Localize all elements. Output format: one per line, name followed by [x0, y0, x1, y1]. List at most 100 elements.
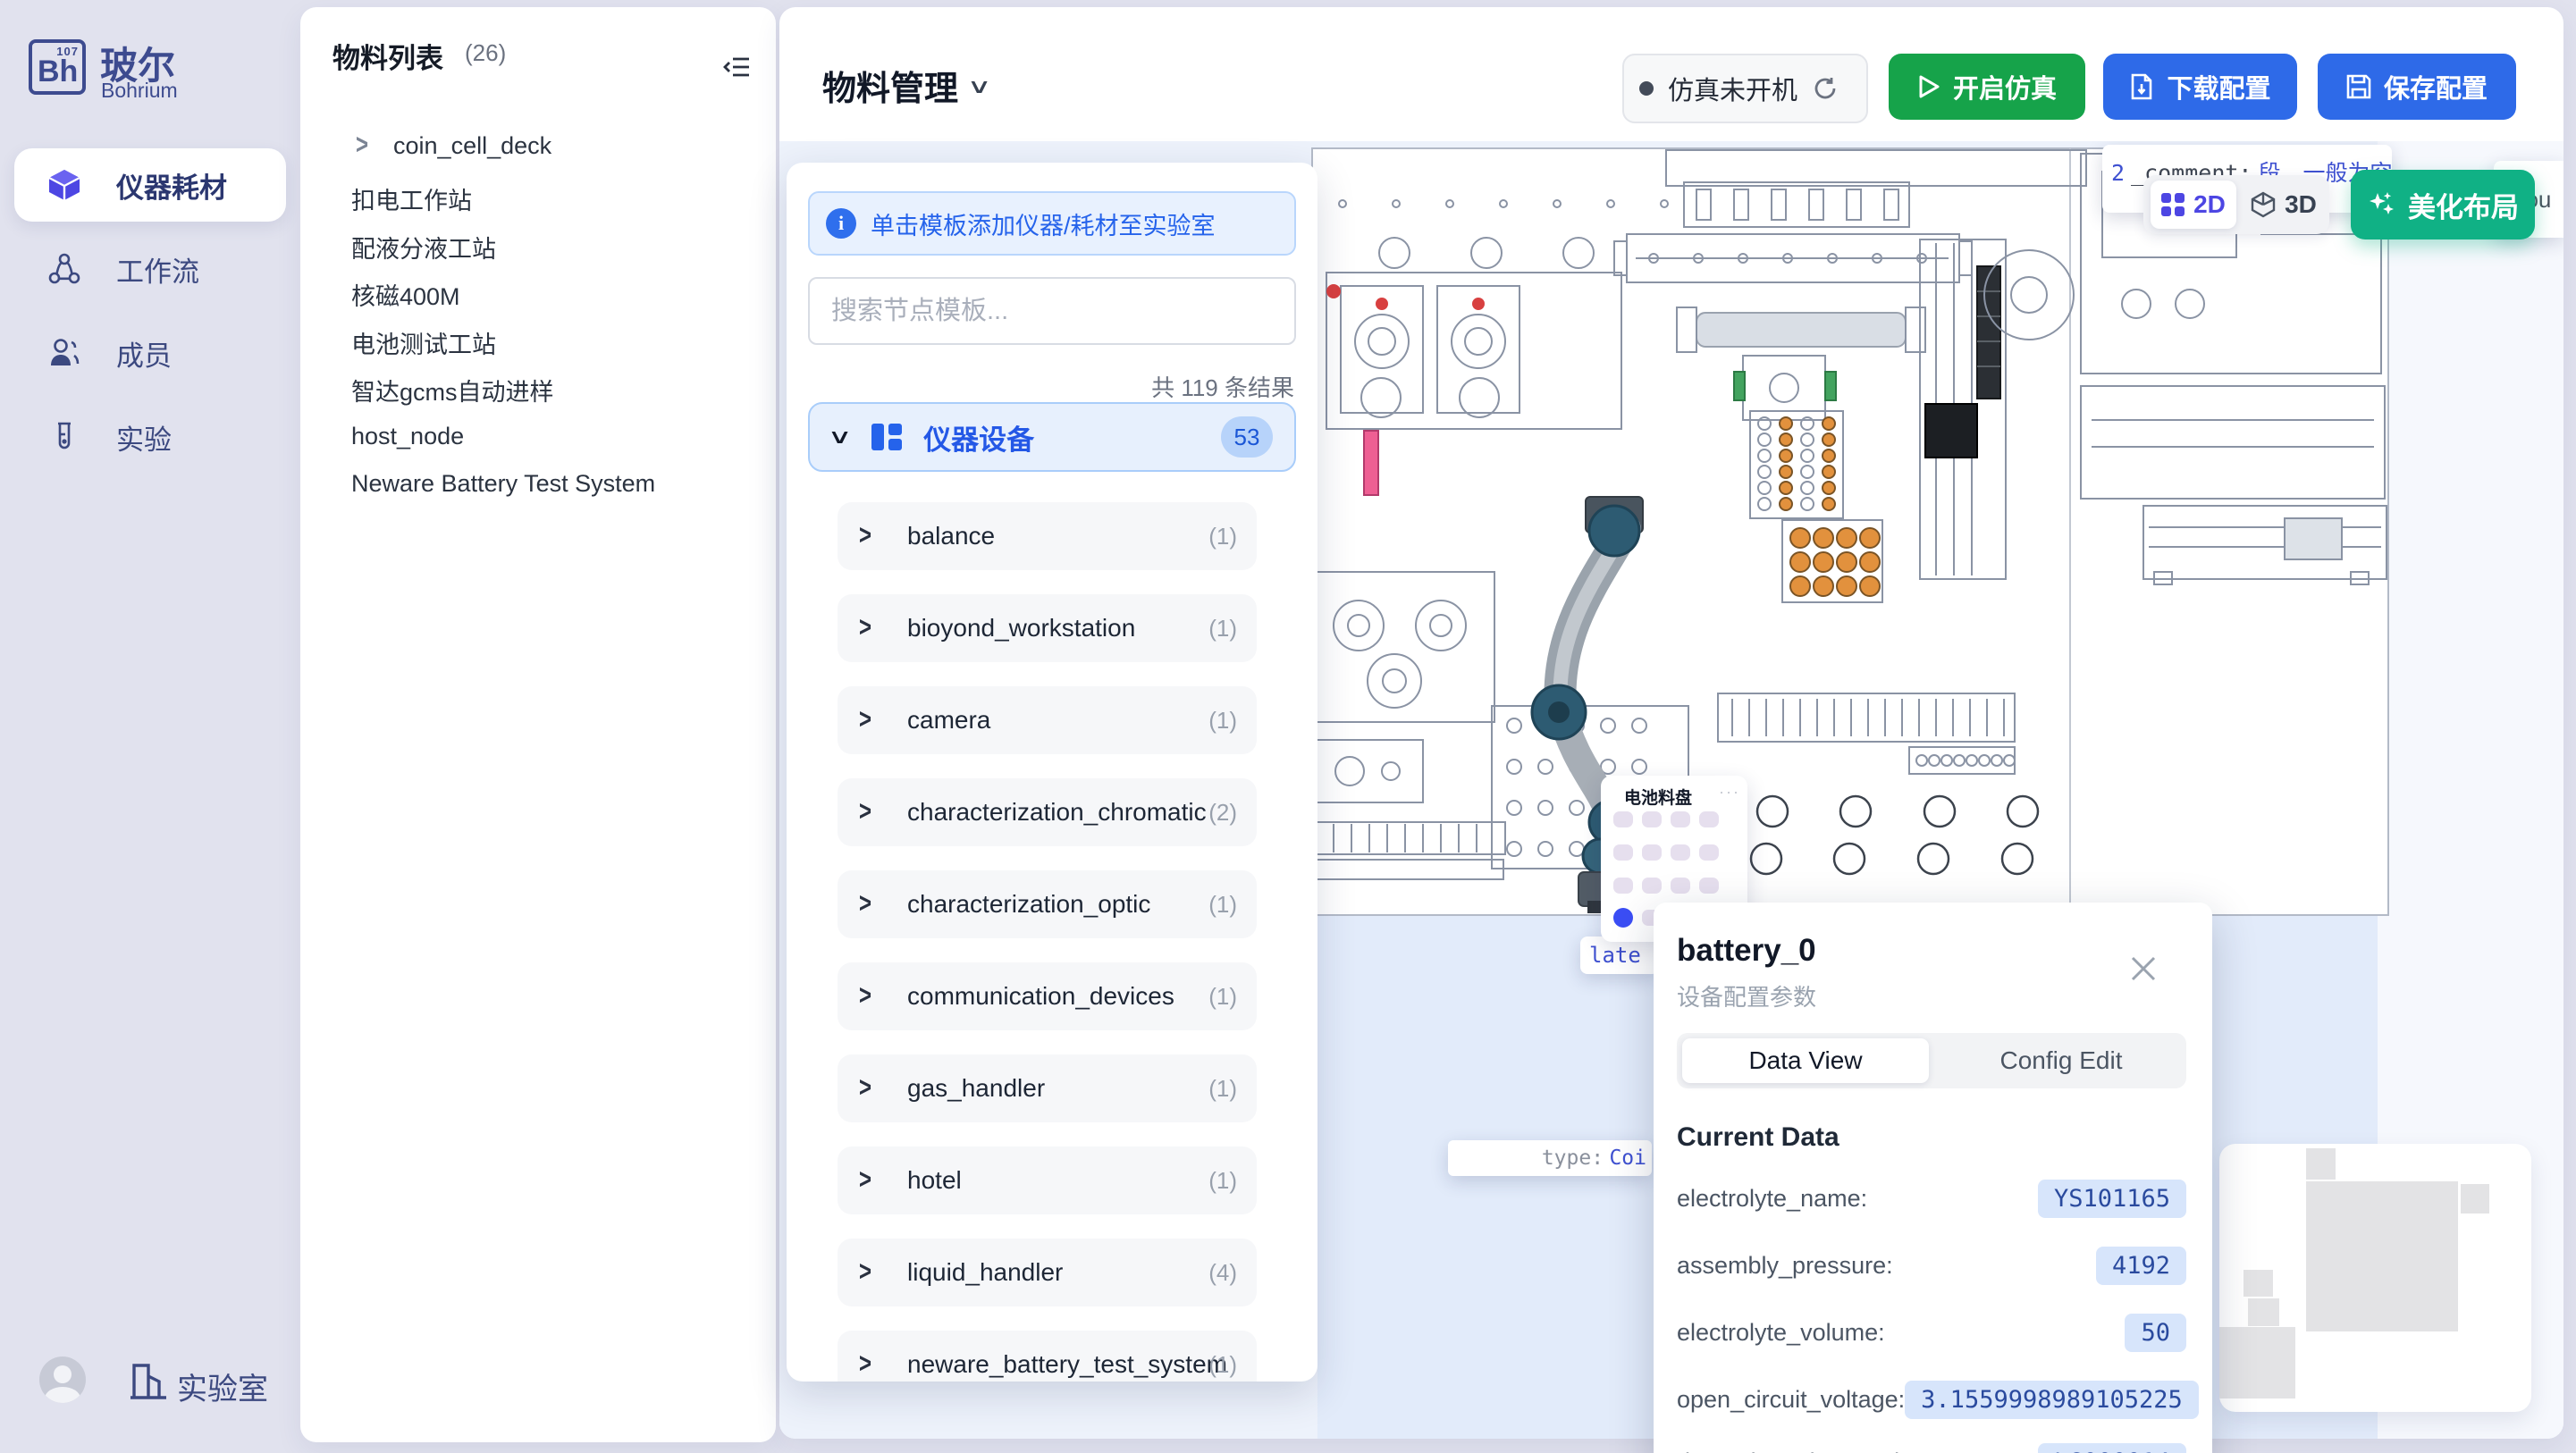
tray-slot[interactable]	[1642, 878, 1662, 894]
tray-slot[interactable]	[1642, 844, 1662, 861]
material-item-label: 配液分液工站	[351, 230, 496, 265]
template-item[interactable]: >gas_handler(1)	[838, 1054, 1257, 1122]
sparkles-icon	[2367, 189, 2397, 220]
material-item-label: 扣电工作站	[351, 181, 472, 216]
logo-mark: 107 Bh	[29, 39, 86, 95]
template-item-count: (4)	[1208, 1259, 1237, 1287]
chevron-right-icon: >	[859, 1348, 871, 1381]
data-row-label: electrolyte_name:	[1677, 1185, 1867, 1213]
minimap-block	[2219, 1327, 2295, 1398]
tray-slot[interactable]	[1671, 844, 1690, 861]
template-item-label: hotel	[907, 1166, 962, 1195]
close-icon[interactable]	[2127, 953, 2159, 985]
avatar-head	[54, 1365, 72, 1383]
data-row: assembly_pressure: 4192	[1677, 1245, 2186, 1286]
popup-tabs: Data View Config Edit	[1677, 1033, 2186, 1088]
template-item[interactable]: >hotel(1)	[838, 1146, 1257, 1214]
chevron-down-icon[interactable]: >	[961, 80, 997, 94]
template-item[interactable]: >liquid_handler(4)	[838, 1239, 1257, 1306]
chevron-right-icon: >	[859, 1256, 871, 1289]
tray-slot[interactable]	[1699, 878, 1719, 894]
material-item[interactable]: 配液分液工站	[318, 225, 758, 268]
tray-slot[interactable]	[1613, 844, 1633, 861]
avatar[interactable]	[39, 1356, 86, 1403]
sidebar-item-label: 仪器耗材	[116, 165, 227, 206]
beautify-layout-button[interactable]: 美化布局	[2351, 170, 2535, 239]
minimap-block	[2306, 1181, 2458, 1331]
type-tooltip: type: Coi	[1448, 1140, 1652, 1176]
collapse-panel-icon[interactable]	[722, 52, 753, 82]
material-item[interactable]: 智达gcms自动进样	[318, 368, 758, 411]
data-row-label: assembly_pressure:	[1677, 1252, 1893, 1280]
lab-switcher[interactable]: 实验室	[177, 1365, 268, 1408]
toggle-2d[interactable]: 2D	[2151, 181, 2236, 229]
tray-slot[interactable]	[1699, 811, 1719, 827]
cube-3d-icon	[2251, 191, 2276, 218]
tray-slot[interactable]	[1671, 811, 1690, 827]
tray-slot[interactable]	[1613, 878, 1633, 894]
save-icon	[2346, 74, 2371, 99]
toggle-3d[interactable]: 3D	[2243, 181, 2324, 229]
template-item[interactable]: >characterization_chromatic(2)	[838, 778, 1257, 846]
download-config-button[interactable]: 下载配置	[2103, 54, 2297, 120]
chevron-right-icon: >	[859, 1164, 871, 1197]
category-label: 仪器设备	[923, 417, 1034, 458]
material-item[interactable]: Neware Battery Test System	[318, 462, 758, 505]
category-count-badge: 53	[1221, 416, 1273, 458]
sidebar-item-members[interactable]: 成员	[14, 316, 286, 390]
data-row-label: electrolyte_volume:	[1677, 1319, 1885, 1347]
chevron-right-icon: >	[859, 704, 871, 736]
chevron-right-icon: >	[859, 520, 871, 552]
sidebar-item-instruments[interactable]: 仪器耗材	[14, 148, 286, 222]
template-item[interactable]: >neware_battery_test_system(1)	[838, 1331, 1257, 1382]
material-item[interactable]: > coin_cell_deck	[318, 124, 758, 167]
device-config-popup: battery_0 设备配置参数 Data View Config Edit C…	[1654, 903, 2212, 1453]
tray-slot[interactable]	[1671, 878, 1690, 894]
tray-slot-selected[interactable]	[1613, 908, 1633, 928]
sidebar-item-label: 工作流	[116, 249, 199, 290]
tray-slot[interactable]	[1642, 811, 1662, 827]
start-simulation-button[interactable]: 开启仿真	[1889, 54, 2085, 120]
material-item[interactable]: host_node	[318, 415, 758, 458]
sidebar-item-experiments[interactable]: 实验	[14, 400, 286, 474]
tray-slot[interactable]	[1699, 844, 1719, 861]
data-row-label: data_electrolyte_code:	[1677, 1449, 1920, 1453]
chevron-right-icon: >	[356, 130, 368, 162]
minimap-block	[2243, 1270, 2273, 1297]
sidebar-item-workflow[interactable]: 工作流	[14, 232, 286, 306]
template-item[interactable]: >bioyond_workstation(1)	[838, 594, 1257, 662]
tray-slot[interactable]	[1613, 811, 1633, 827]
status-dot-icon	[1639, 81, 1654, 96]
material-item[interactable]: 核磁400M	[318, 273, 758, 315]
sidebar-item-label: 成员	[116, 333, 172, 374]
material-item[interactable]: 扣电工作站	[318, 177, 758, 220]
template-item[interactable]: >camera(1)	[838, 686, 1257, 754]
template-panel: i 单击模板添加仪器/耗材至实验室 共 119 条结果 > 仪器设备 53 >b…	[787, 163, 1317, 1382]
template-item[interactable]: >communication_devices(1)	[838, 962, 1257, 1030]
result-count: 共 119 条结果	[1151, 370, 1294, 403]
popup-title: battery_0	[1677, 933, 1816, 969]
material-item-label: 电池测试工站	[351, 325, 496, 360]
download-file-icon	[2129, 73, 2154, 100]
data-row-value: YS101165	[2038, 1180, 2186, 1218]
minimap[interactable]	[2219, 1144, 2531, 1412]
refresh-icon[interactable]	[1812, 75, 1839, 102]
save-config-button[interactable]: 保存配置	[2318, 54, 2516, 120]
template-item[interactable]: >balance(1)	[838, 502, 1257, 570]
sidebar: 107 Bh 玻尔 Bohrium 仪器耗材 工作流 成员	[0, 0, 300, 1453]
data-row: electrolyte_volume: 50	[1677, 1312, 2186, 1353]
tab-config-edit[interactable]: Config Edit	[1936, 1033, 2186, 1088]
chevron-right-icon: >	[859, 980, 871, 1012]
simulation-status-pill[interactable]: 仿真未开机	[1622, 54, 1868, 123]
cube-icon	[46, 167, 82, 203]
category-instruments[interactable]: > 仪器设备 53	[808, 402, 1296, 472]
info-icon: i	[826, 208, 856, 239]
grid-2d-icon	[2161, 193, 2185, 216]
search-input[interactable]	[808, 277, 1296, 345]
material-item[interactable]: 电池测试工站	[318, 321, 758, 364]
template-item[interactable]: >characterization_optic(1)	[838, 870, 1257, 938]
template-item-count: (1)	[1208, 983, 1237, 1011]
tray-menu-icon[interactable]: ···	[1719, 783, 1740, 802]
tab-data-view[interactable]: Data View	[1682, 1038, 1929, 1083]
current-data-heading: Current Data	[1677, 1122, 1839, 1153]
